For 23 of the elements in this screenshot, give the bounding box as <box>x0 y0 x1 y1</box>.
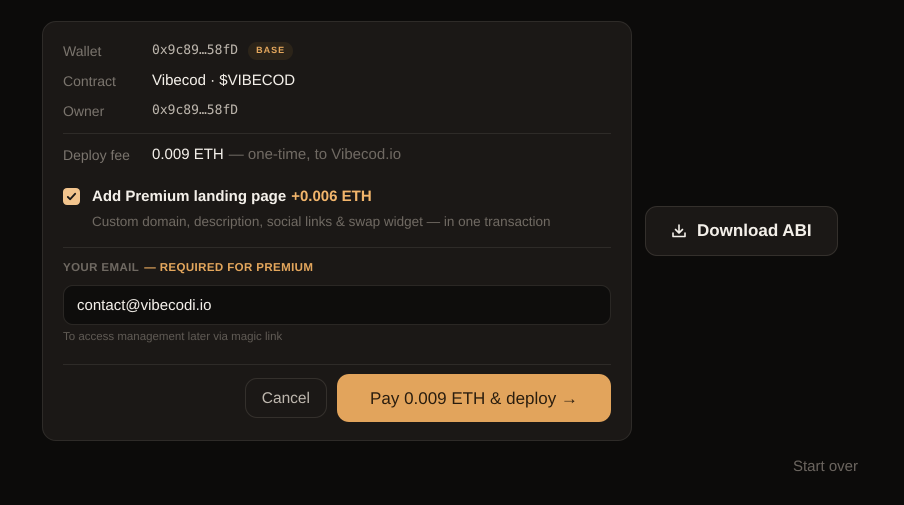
email-field[interactable]: contact@vibecodi.io <box>63 285 611 325</box>
premium-description: Custom domain, description, social links & swap widget — in one transaction <box>92 212 550 231</box>
email-hint: To access management later via magic link <box>63 330 284 345</box>
pay-button[interactable]: Pay 0.009 ETH & deploy → <box>337 374 611 422</box>
cancel-button[interactable]: Cancel <box>244 378 327 418</box>
fee-note: — one-time, to Vibecod.io <box>228 144 402 165</box>
premium-price: +0.006 ETH <box>291 187 372 207</box>
detail-label: Owner <box>63 102 106 120</box>
fee-amount: 0.009 ETH <box>152 144 224 165</box>
fee-label: Deploy fee <box>63 146 131 165</box>
address-text: 0x9c89…58fD <box>152 42 238 60</box>
checkmark-icon <box>66 191 77 202</box>
required-note: — REQUIRED FOR PREMIUM <box>144 260 314 276</box>
download-button[interactable]: Download ABI <box>645 206 838 256</box>
email-label: YOUR EMAIL <box>63 260 140 276</box>
detail-label: Wallet <box>63 42 102 60</box>
download-icon <box>671 223 687 240</box>
contract-name: Vibecod · $VIBECOD <box>152 70 296 91</box>
network-badge: BASE <box>248 42 294 60</box>
premium-title: Add Premium landing page <box>92 187 286 207</box>
premium-checkbox[interactable] <box>63 188 80 205</box>
address-text: 0x9c89…58fD <box>152 102 238 120</box>
detail-label: Contract <box>63 72 117 90</box>
